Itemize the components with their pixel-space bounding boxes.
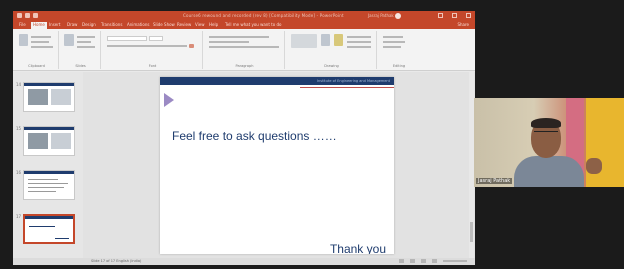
notes-icon[interactable]: [399, 259, 404, 263]
participant-name: Jasraj Pathak: [476, 178, 513, 184]
avatar[interactable]: [395, 13, 401, 19]
window-controls: [438, 13, 471, 18]
slide-thumbnail[interactable]: [23, 170, 75, 200]
select-button[interactable]: [383, 46, 401, 48]
slide-header-text: Institute of Engineering and Management: [317, 79, 390, 83]
tell-me-search[interactable]: Tell me what you want to do: [223, 22, 283, 29]
glasses-icon: [534, 131, 558, 135]
reading-view-icon[interactable]: [432, 259, 437, 263]
thumbnail-number: 16: [16, 170, 22, 175]
ribbon: Clipboard Slides Font Paragraph Drawing …: [13, 29, 475, 71]
ribbon-group-clipboard: Clipboard: [15, 31, 59, 69]
slide-thumbnails-pane: 14 15 16 17: [13, 72, 83, 258]
presenter-body: [514, 156, 584, 187]
font-color-icon[interactable]: [189, 44, 194, 48]
ribbon-group-paragraph: Paragraph: [205, 31, 285, 69]
ribbon-group-font: Font: [103, 31, 203, 69]
thumbnail-number: 14: [16, 82, 22, 87]
slide-thumbnail-selected[interactable]: [23, 214, 75, 244]
save-icon[interactable]: [17, 13, 22, 18]
slide-closing-text[interactable]: Thank you: [330, 242, 386, 254]
share-button[interactable]: Share: [457, 22, 469, 27]
find-button[interactable]: [383, 36, 403, 38]
window-title: Course6 rewound and recorded (rev 8) [Co…: [183, 13, 344, 18]
ribbon-group-editing: Editing: [379, 31, 419, 69]
slide-sorter-icon[interactable]: [421, 259, 426, 263]
slide-editing-area: Institute of Engineering and Management …: [83, 72, 475, 258]
tab-home[interactable]: Home: [31, 22, 47, 29]
ribbon-group-label: Font: [148, 64, 157, 68]
tab-design[interactable]: Design: [80, 22, 98, 29]
thumbnail-number: 17: [16, 214, 22, 219]
arrow-shape-icon: [164, 93, 174, 107]
ribbon-group-label: Editing: [392, 64, 406, 68]
font-name-field[interactable]: [107, 36, 147, 41]
shapes-gallery[interactable]: [291, 34, 317, 48]
current-slide[interactable]: Institute of Engineering and Management …: [160, 77, 394, 254]
thumbnail-number: 15: [16, 126, 22, 131]
tab-transitions[interactable]: Transitions: [99, 22, 124, 29]
ribbon-group-label: Slides: [75, 64, 86, 68]
status-slide-info: Slide 17 of 17 English (India): [91, 259, 142, 263]
ribbon-group-label: Clipboard: [28, 64, 45, 68]
slide-thumbnail[interactable]: [23, 126, 75, 156]
tab-file[interactable]: File: [17, 22, 28, 29]
slide-message[interactable]: Feel free to ask questions ……: [172, 129, 337, 143]
ribbon-tabs: File Home Insert Draw Design Transitions…: [13, 21, 475, 29]
normal-view-icon[interactable]: [410, 259, 415, 263]
redo-icon[interactable]: [33, 13, 38, 18]
ribbon-group-label: Drawing: [324, 64, 339, 68]
powerpoint-window: Course6 rewound and recorded (rev 8) [Co…: [13, 11, 475, 265]
quick-access-toolbar: [17, 13, 38, 18]
arrange-icon[interactable]: [321, 34, 330, 46]
quick-styles-icon[interactable]: [334, 34, 343, 46]
hand-gesture: [586, 158, 602, 174]
status-bar: Slide 17 of 17 English (India): [13, 258, 475, 265]
tab-animations[interactable]: Animations: [125, 22, 151, 29]
ribbon-group-drawing: Drawing: [287, 31, 377, 69]
zoom-slider[interactable]: [443, 260, 467, 262]
view-buttons: [399, 259, 467, 263]
title-bar: Course6 rewound and recorded (rev 8) [Co…: [13, 11, 475, 21]
tab-draw[interactable]: Draw: [65, 22, 79, 29]
tab-slide-show[interactable]: Slide Show: [151, 22, 177, 29]
paste-icon[interactable]: [19, 34, 28, 46]
minimize-button[interactable]: [438, 13, 443, 18]
new-slide-icon[interactable]: [64, 34, 74, 46]
slide-thumbnail[interactable]: [23, 82, 75, 112]
screen: Course6 rewound and recorded (rev 8) [Co…: [0, 0, 624, 269]
ribbon-group-label: Paragraph: [235, 64, 254, 68]
close-button[interactable]: [466, 13, 471, 18]
replace-button[interactable]: [383, 41, 405, 43]
font-size-field[interactable]: [149, 36, 163, 41]
undo-icon[interactable]: [25, 13, 30, 18]
ribbon-group-slides: Slides: [61, 31, 101, 69]
account-name[interactable]: Jasraj Pathak: [368, 13, 394, 18]
slide-red-rule: [300, 87, 394, 88]
tab-review[interactable]: Review: [175, 22, 193, 29]
maximize-button[interactable]: [452, 13, 457, 18]
webcam-tile: Jasraj Pathak: [474, 98, 624, 187]
tab-insert[interactable]: Insert: [47, 22, 62, 29]
scrollbar-thumb[interactable]: [470, 222, 473, 242]
tab-view[interactable]: View: [193, 22, 207, 29]
tab-help[interactable]: Help: [207, 22, 220, 29]
